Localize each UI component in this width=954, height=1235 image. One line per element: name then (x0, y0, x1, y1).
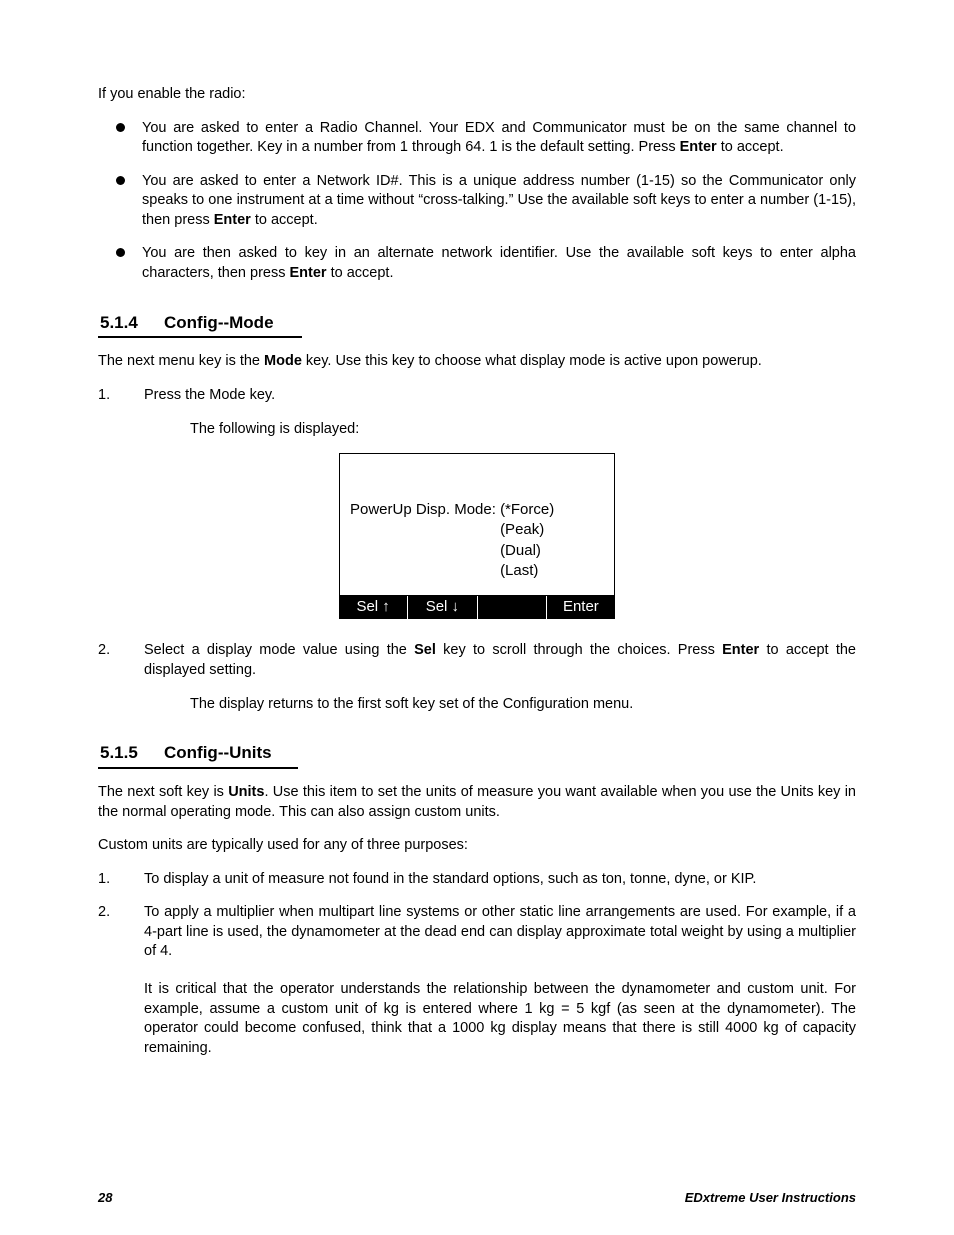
section-heading-515: 5.1.5 Config--Units (98, 742, 856, 765)
page: If you enable the radio: You are asked t… (0, 0, 954, 1235)
section-rule (98, 767, 298, 769)
bold-text: Sel (414, 642, 436, 658)
bold-text: Units (228, 784, 264, 800)
section-intro: The next menu key is the Mode key. Use t… (98, 352, 856, 372)
paragraph: Custom units are typically used for any … (98, 836, 856, 856)
item-subtext: The display returns to the first soft ke… (190, 695, 856, 715)
intro-paragraph: If you enable the radio: (98, 85, 856, 105)
list-item: 1. Press the Mode key. The following is … (98, 386, 856, 439)
text: key to scroll through the choices. Press (436, 642, 722, 658)
display-label: PowerUp Disp. Mode: (350, 500, 500, 581)
item-number: 2. (98, 641, 110, 661)
bullet-text: to accept. (327, 265, 394, 281)
bullet-item: You are asked to enter a Radio Channel. … (98, 119, 856, 158)
item-number: 1. (98, 870, 110, 890)
bullet-text: to accept. (251, 212, 318, 228)
softkey-bar: Sel ↑ Sel ↓ Enter (339, 596, 615, 619)
display-value: (*Force) (500, 500, 554, 520)
list-item: 1. To display a unit of measure not foun… (98, 870, 856, 890)
display-figure: PowerUp Disp. Mode: (*Force) (Peak) (Dua… (339, 453, 615, 619)
section-title: Config--Units (164, 742, 272, 765)
item-number: 2. (98, 903, 110, 923)
section-intro: The next soft key is Units. Use this ite… (98, 783, 856, 822)
list-item: 2. To apply a multiplier when multipart … (98, 903, 856, 1058)
text: Select a display mode value using the (144, 642, 414, 658)
bullet-text: to accept. (717, 139, 784, 155)
section-title: Config--Mode (164, 312, 274, 335)
display-value: (Last) (500, 561, 554, 581)
softkey-enter[interactable]: Enter (546, 596, 615, 619)
display-values: (*Force) (Peak) (Dual) (Last) (500, 500, 554, 581)
bullet-text: You are then asked to key in an alternat… (142, 245, 856, 281)
item-extra: It is critical that the operator underst… (144, 980, 856, 1058)
item-text: To display a unit of measure not found i… (144, 871, 756, 887)
bullet-item: You are asked to enter a Network ID#. Th… (98, 172, 856, 231)
display-screen: PowerUp Disp. Mode: (*Force) (Peak) (Dua… (339, 453, 615, 596)
softkey-blank (477, 596, 546, 619)
section-number: 5.1.5 (98, 742, 164, 765)
bullet-item: You are then asked to key in an alternat… (98, 244, 856, 283)
text: The next soft key is (98, 784, 228, 800)
item-number: 1. (98, 386, 110, 406)
section-heading-514: 5.1.4 Config--Mode (98, 312, 856, 335)
bullet-bold: Enter (290, 265, 327, 281)
list-item: 2. Select a display mode value using the… (98, 641, 856, 714)
bullet-bold: Enter (214, 212, 251, 228)
section-rule (98, 336, 302, 338)
display-value: (Peak) (500, 520, 554, 540)
softkey-sel-down[interactable]: Sel ↓ (407, 596, 476, 619)
page-number: 28 (98, 1189, 112, 1207)
text: key. Use this key to choose what display… (302, 353, 762, 369)
bold-text: Enter (722, 642, 759, 658)
display-row: PowerUp Disp. Mode: (*Force) (Peak) (Dua… (350, 500, 604, 581)
item-text: To apply a multiplier when multipart lin… (144, 904, 856, 959)
item-subtext: The following is displayed: (190, 420, 856, 440)
bullet-list: You are asked to enter a Radio Channel. … (98, 119, 856, 284)
footer-title: EDxtreme User Instructions (685, 1189, 856, 1207)
bold-text: Mode (264, 353, 302, 369)
softkey-sel-up[interactable]: Sel ↑ (339, 596, 407, 619)
page-footer: 28 EDxtreme User Instructions (98, 1189, 856, 1207)
item-text: Press the Mode key. (144, 387, 275, 403)
section-number: 5.1.4 (98, 312, 164, 335)
text: The next menu key is the (98, 353, 264, 369)
bullet-bold: Enter (680, 139, 717, 155)
ordered-list: 2. Select a display mode value using the… (98, 641, 856, 714)
display-value: (Dual) (500, 541, 554, 561)
ordered-list: 1. To display a unit of measure not foun… (98, 870, 856, 1059)
ordered-list: 1. Press the Mode key. The following is … (98, 386, 856, 439)
